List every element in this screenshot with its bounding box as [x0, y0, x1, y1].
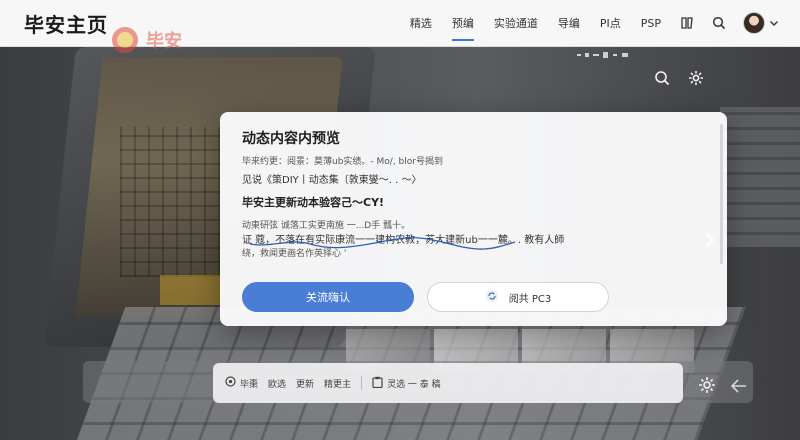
tab-daobian[interactable]: 导编 — [558, 0, 580, 47]
clipboard-icon — [372, 376, 383, 391]
settings-small-icon — [225, 376, 236, 390]
bottom-toolbar: 毕棗 欧选 更新 精更主 灵选 一 泰 稿 — [213, 363, 683, 403]
background-banner — [160, 275, 220, 305]
avatar[interactable] — [743, 12, 765, 34]
toolbar-item-home[interactable]: 毕棗 — [225, 376, 258, 390]
gear-icon[interactable] — [697, 375, 717, 395]
toolbar-item-label: 毕棗 — [240, 379, 259, 390]
tab-shiyan[interactable]: 实验通道 — [494, 0, 538, 47]
dialog-scrollbar[interactable] — [720, 124, 723, 264]
back-arrow-icon[interactable] — [730, 377, 748, 395]
brand-title[interactable]: 毕安主页 — [24, 9, 108, 38]
preview-dialog: 动态内容内预览 毕来约更：阅景：莫薄ub实绩。- Mo/, blor号揭到 见说… — [220, 112, 727, 326]
refresh-icon — [485, 289, 499, 306]
dialog-line: 绕，救闻更画名作英择心 ' — [242, 249, 347, 259]
search-icon[interactable] — [652, 68, 672, 88]
chevron-down-icon[interactable] — [767, 12, 781, 34]
logo-icon — [112, 27, 138, 53]
toolbar-item-featured[interactable]: 精更主 — [324, 377, 351, 390]
toolbar-item-label: 灵选 一 泰 稿 — [387, 379, 441, 390]
status-icons — [577, 52, 628, 58]
preview-pc-label: 阅共 PC3 — [508, 293, 552, 305]
tab-psp[interactable]: PSP — [641, 0, 661, 47]
toolbar-item-update[interactable]: 更新 — [296, 377, 314, 390]
toolbar-divider — [361, 376, 363, 390]
background-grid — [120, 127, 230, 277]
tab-jingxuan[interactable]: 精选 — [410, 0, 432, 47]
tab-pi[interactable]: PI点 — [600, 0, 621, 47]
main-nav: 精选 预编 实验通道 导编 PI点 PSP — [400, 0, 786, 47]
background-logo-text: 毕安 — [146, 31, 182, 52]
toolbar-item-options[interactable]: 灵选 一 泰 稿 — [372, 376, 441, 391]
background-logo: 毕安 — [112, 27, 182, 53]
confirm-button[interactable]: 关流嗨认 — [242, 282, 414, 312]
preview-pc-button[interactable]: 阅共 PC3 — [427, 282, 609, 312]
next-arrow-icon[interactable] — [700, 228, 718, 252]
dialog-line: 动東研弦 诚落工实更南施 一...D手 瓢十。 — [242, 221, 411, 231]
dialog-subheading: 毕安主更新动本验容己～CY! — [242, 196, 385, 209]
dialog-line: 见说《策DIY丨动态集〔敦東燮～. . ～〉 — [242, 175, 422, 186]
gear-icon[interactable] — [686, 68, 706, 88]
overlay-toolbar — [652, 68, 706, 88]
dialog-line: 毕来约更：阅景：莫薄ub实绩。- Mo/, blor号揭到 — [242, 157, 443, 167]
search-icon[interactable] — [708, 12, 730, 34]
book-icon[interactable] — [676, 12, 698, 34]
dialog-title: 动态内容内预览 — [242, 131, 340, 147]
toolbar-item-select[interactable]: 欧选 — [268, 377, 286, 390]
tab-yubian[interactable]: 预编 — [451, 0, 474, 47]
status-indicators — [577, 51, 637, 59]
background-device — [720, 107, 800, 247]
